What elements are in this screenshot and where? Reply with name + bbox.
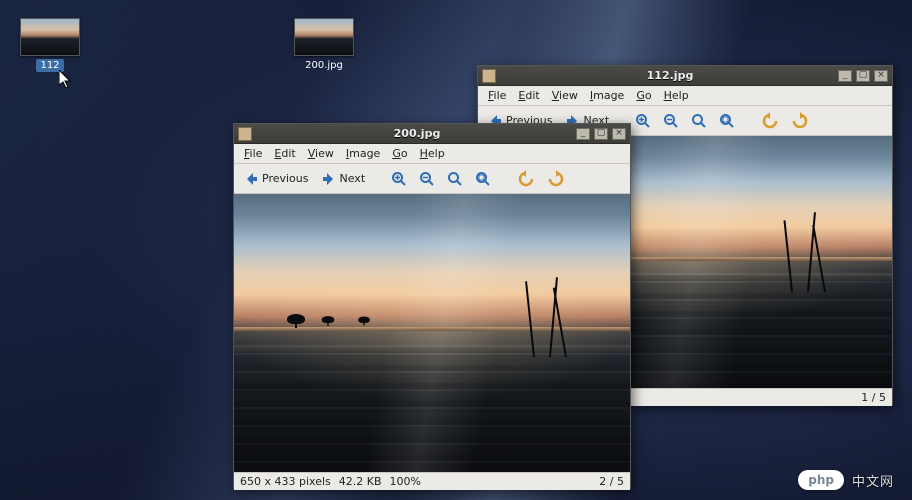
arrow-right-icon xyxy=(321,171,337,187)
close-button[interactable]: × xyxy=(612,128,626,140)
rotate-left-button[interactable] xyxy=(514,168,538,190)
menu-edit[interactable]: Edit xyxy=(512,87,545,104)
previous-button[interactable]: Previous xyxy=(240,169,312,189)
zoom-100-icon xyxy=(691,113,707,129)
previous-label: Previous xyxy=(262,172,309,185)
titlebar[interactable]: 200.jpg _ ▢ × xyxy=(234,124,630,144)
rotate-right-button[interactable] xyxy=(544,168,568,190)
zoom-100-icon xyxy=(447,171,463,187)
titlebar[interactable]: 112.jpg _ ▢ × xyxy=(478,66,892,86)
status-dimensions: 650 x 433 pixels xyxy=(240,475,331,488)
menu-image[interactable]: Image xyxy=(340,145,386,162)
zoom-out-button[interactable] xyxy=(416,169,438,189)
thumbnail-image xyxy=(20,18,80,56)
rotate-left-button[interactable] xyxy=(758,110,782,132)
zoom-fit-icon xyxy=(719,113,735,129)
menu-help[interactable]: Help xyxy=(658,87,695,104)
toolbar: Previous Next xyxy=(234,164,630,194)
rotate-right-button[interactable] xyxy=(788,110,812,132)
zoom-100-button[interactable] xyxy=(444,169,466,189)
status-size: 42.2 KB xyxy=(339,475,382,488)
status-index: 1 / 5 xyxy=(861,391,886,404)
sunset-image xyxy=(234,194,630,472)
statusbar: 650 x 433 pixels 42.2 KB 100% 2 / 5 xyxy=(234,472,630,490)
next-button[interactable]: Next xyxy=(318,169,369,189)
menu-image[interactable]: Image xyxy=(584,87,630,104)
desktop-icon-200[interactable]: 200.jpg xyxy=(289,18,359,72)
rotate-left-icon xyxy=(517,170,535,188)
minimize-button[interactable]: _ xyxy=(838,70,852,82)
menu-file[interactable]: File xyxy=(482,87,512,104)
zoom-out-icon xyxy=(663,113,679,129)
zoom-in-button[interactable] xyxy=(388,169,410,189)
desktop-icon-label: 200.jpg xyxy=(301,59,347,72)
app-icon xyxy=(238,127,252,141)
menu-go[interactable]: Go xyxy=(630,87,657,104)
zoom-in-icon xyxy=(391,171,407,187)
zoom-in-icon xyxy=(635,113,651,129)
zoom-fit-button[interactable] xyxy=(716,111,738,131)
menubar: File Edit View Image Go Help xyxy=(478,86,892,106)
menu-view[interactable]: View xyxy=(302,145,340,162)
zoom-out-button[interactable] xyxy=(660,111,682,131)
rotate-right-icon xyxy=(791,112,809,130)
rotate-left-icon xyxy=(761,112,779,130)
desktop-icon-label: 112 xyxy=(36,59,63,72)
status-index: 2 / 5 xyxy=(599,475,624,488)
zoom-fit-button[interactable] xyxy=(472,169,494,189)
watermark-logo: php xyxy=(798,470,844,490)
watermark-text: 中文网 xyxy=(852,471,894,490)
image-canvas[interactable] xyxy=(234,194,630,472)
watermark: php 中文网 xyxy=(798,470,894,490)
maximize-button[interactable]: ▢ xyxy=(856,70,870,82)
menu-go[interactable]: Go xyxy=(386,145,413,162)
maximize-button[interactable]: ▢ xyxy=(594,128,608,140)
menu-edit[interactable]: Edit xyxy=(268,145,301,162)
arrow-left-icon xyxy=(243,171,259,187)
thumbnail-image xyxy=(294,18,354,56)
app-icon xyxy=(482,69,496,83)
zoom-out-icon xyxy=(419,171,435,187)
close-button[interactable]: × xyxy=(874,70,888,82)
rotate-right-icon xyxy=(547,170,565,188)
zoom-100-button[interactable] xyxy=(688,111,710,131)
menu-view[interactable]: View xyxy=(546,87,584,104)
image-viewer-window-front[interactable]: 200.jpg _ ▢ × File Edit View Image Go He… xyxy=(233,123,631,489)
window-title: 112.jpg xyxy=(502,69,838,82)
window-title: 200.jpg xyxy=(258,127,576,140)
status-zoom: 100% xyxy=(390,475,421,488)
minimize-button[interactable]: _ xyxy=(576,128,590,140)
next-label: Next xyxy=(340,172,366,185)
zoom-in-button[interactable] xyxy=(632,111,654,131)
zoom-fit-icon xyxy=(475,171,491,187)
menu-help[interactable]: Help xyxy=(414,145,451,162)
desktop-icon-112[interactable]: 112 xyxy=(15,18,85,72)
menubar: File Edit View Image Go Help xyxy=(234,144,630,164)
menu-file[interactable]: File xyxy=(238,145,268,162)
